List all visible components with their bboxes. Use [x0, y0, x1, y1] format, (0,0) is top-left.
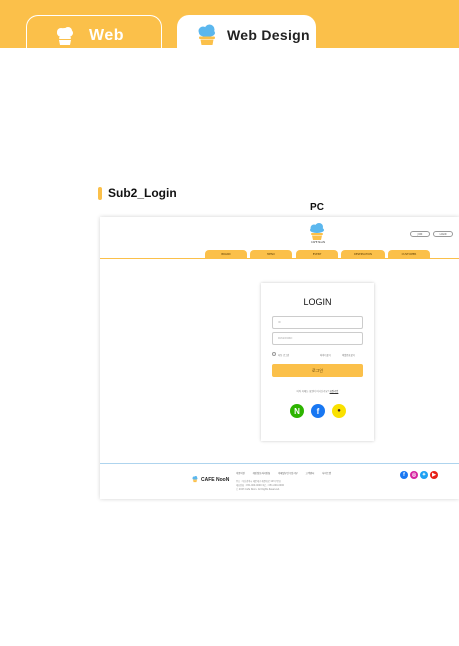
footer-link-support[interactable]: 고객센터: [306, 472, 315, 475]
section-title: Sub2_Login: [108, 186, 177, 200]
footer-logo: CAFE NooN: [192, 476, 229, 484]
keep-login-checkbox[interactable]: [272, 352, 276, 356]
device-label: PC: [310, 202, 324, 213]
footer-logo-text: CAFE NooN: [201, 477, 230, 483]
cloud-cake-icon: [57, 26, 73, 45]
footer-link-terms[interactable]: 이용약관: [236, 472, 245, 475]
section-heading: Sub2_Login: [98, 186, 177, 200]
login-button-header[interactable]: LOGIN: [433, 231, 453, 237]
footer-links: 이용약관 개인정보처리방침 이메일무단수집거부 고객센터 사이트맵: [236, 471, 338, 475]
kakao-icon: ●: [337, 408, 341, 414]
youtube-icon[interactable]: ▶: [430, 471, 438, 479]
signup-link[interactable]: 회원가입: [330, 390, 339, 393]
naver-login-button[interactable]: N: [290, 404, 304, 418]
login-submit-button[interactable]: 로그인: [272, 364, 363, 377]
keep-login-label: 자동 로그인: [278, 353, 290, 357]
nav-event[interactable]: EVENT: [296, 250, 338, 258]
accent-bar: [98, 186, 102, 200]
footer-copyright: ⓒ 2023 Cafe Noon. All Rights Reserved.: [236, 488, 280, 491]
header-logo-text: CAFE NooN: [310, 241, 326, 244]
nav-reservation[interactable]: RESERVATION: [341, 250, 385, 258]
facebook-login-button[interactable]: f: [311, 404, 325, 418]
tab-web-design-label: Web Design: [227, 27, 310, 43]
tab-web-label: Web: [89, 26, 124, 44]
login-options: 자동 로그인 아이디찾기 비밀번호찾기: [272, 352, 363, 357]
instagram-icon[interactable]: ◎: [410, 471, 418, 479]
nav-brand[interactable]: BRAND: [205, 250, 247, 258]
page: Web Web Design Sub2_Login PC CAFE NooN J…: [0, 0, 459, 646]
cloud-cake-icon: [198, 24, 215, 45]
naver-icon: N: [294, 406, 300, 416]
facebook-icon[interactable]: f: [400, 471, 408, 479]
footer-link-privacy[interactable]: 개인정보처리방침: [253, 472, 271, 475]
id-input[interactable]: ID: [272, 316, 363, 329]
footer-link-sitemap[interactable]: 사이트맵: [322, 472, 331, 475]
login-page-mockup: CAFE NooN JOIN LOGIN BRAND MENU EVENT RE…: [100, 217, 459, 499]
login-title: LOGIN: [303, 297, 332, 307]
signup-prompt: 아직 카페눈 회원이 아니신가요? 회원가입: [261, 389, 374, 393]
footer-divider: [100, 463, 459, 464]
login-card: LOGIN ID PASSWORD 자동 로그인 아이디찾기 비밀번호찾기 로그…: [261, 283, 374, 441]
join-button[interactable]: JOIN: [410, 231, 430, 237]
password-input[interactable]: PASSWORD: [272, 332, 363, 345]
cafe-logo-icon: [192, 476, 198, 483]
nav-menu[interactable]: MENU: [250, 250, 292, 258]
top-tab-bar: Web Web Design: [0, 0, 459, 55]
facebook-icon: f: [316, 406, 320, 416]
twitter-icon[interactable]: ✦: [420, 471, 428, 479]
find-password-link[interactable]: 비밀번호찾기: [342, 353, 355, 357]
kakao-login-button[interactable]: ●: [332, 404, 346, 418]
nav-underline: [100, 258, 459, 259]
footer-link-email-policy[interactable]: 이메일무단수집거부: [278, 472, 298, 475]
signup-prompt-text: 아직 카페눈 회원이 아니신가요?: [296, 390, 329, 393]
nav-customer[interactable]: CUSTOMER: [388, 250, 430, 258]
find-id-link[interactable]: 아이디찾기: [320, 353, 331, 357]
